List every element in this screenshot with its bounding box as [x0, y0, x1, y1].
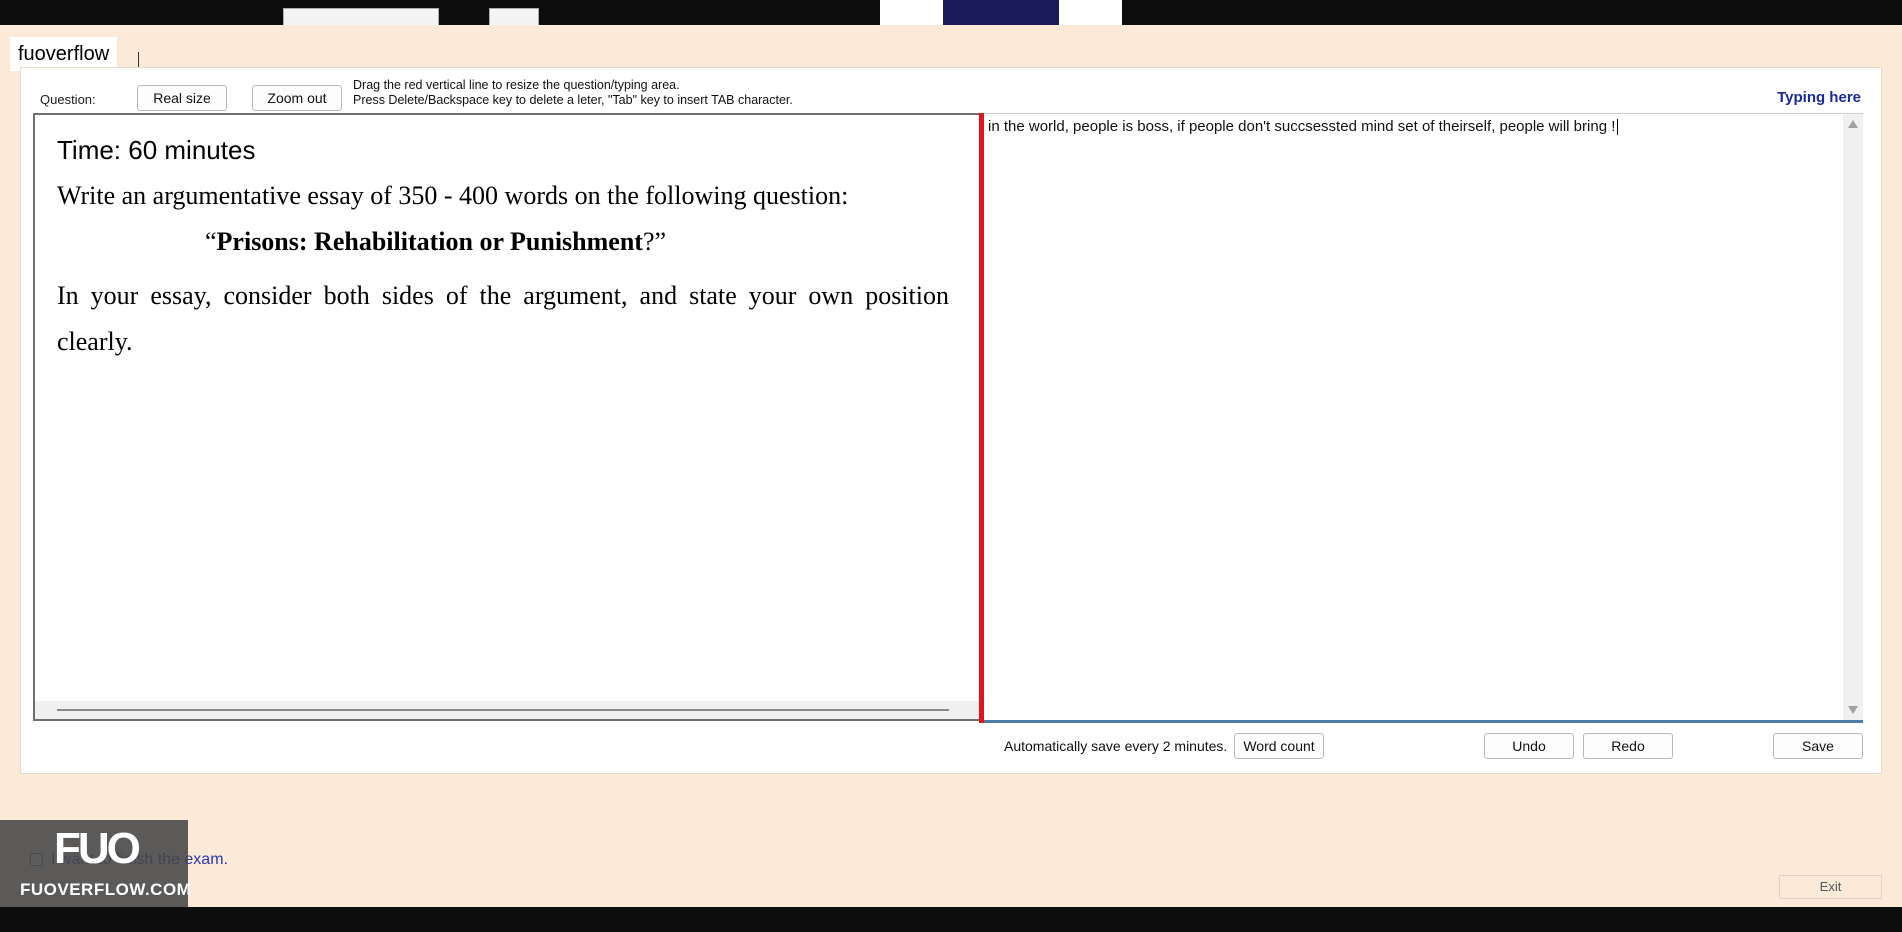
bottom-bar [0, 907, 1902, 932]
essay-text-content: in the world, people is boss, if people … [988, 118, 1616, 135]
scroll-down-arrow-icon[interactable] [1848, 706, 1858, 714]
question-area[interactable]: Time: 60 minutes Write an argumentative … [33, 113, 979, 721]
real-size-button[interactable]: Real size [137, 85, 227, 111]
watermark-label: fuoverflow [10, 37, 118, 71]
word-count-button[interactable]: Word count [1234, 733, 1324, 759]
topic-title: Prisons: Rehabilitation or Punishment [216, 227, 643, 256]
redo-button[interactable]: Redo [1583, 733, 1673, 759]
typing-here-label: Typing here [1777, 89, 1861, 106]
time-limit: Time: 60 minutes [57, 135, 256, 165]
question-label: Question: [40, 92, 96, 107]
header-small-control[interactable] [489, 8, 539, 25]
fuo-logo-mark: FUO [54, 824, 141, 873]
fuoverflow-watermark-logo: FUO FUOVERFLOW.COM [0, 820, 192, 907]
instructions-hint: Drag the red vertical line to resize the… [353, 78, 793, 108]
header-logo-image [943, 0, 1059, 25]
topic-open-quote: “ [205, 227, 217, 256]
top-header-bar [0, 0, 1902, 25]
scroll-up-arrow-icon[interactable] [1848, 120, 1858, 128]
autosave-note: Automatically save every 2 minutes. [1004, 738, 1228, 754]
essay-note: In your essay, consider both sides of th… [57, 281, 949, 356]
essay-instruction: Write an argumentative essay of 350 - 40… [57, 181, 849, 210]
save-button[interactable]: Save [1773, 733, 1863, 759]
exit-button[interactable]: Exit [1779, 875, 1882, 899]
zoom-out-button[interactable]: Zoom out [252, 85, 342, 111]
typing-vertical-scrollbar[interactable] [1843, 114, 1863, 720]
text-caret [138, 52, 139, 68]
essay-text: in the world, people is boss, if people … [988, 118, 1619, 136]
hint-line-resize: Drag the red vertical line to resize the… [353, 78, 680, 92]
fuo-logo-site: FUOVERFLOW.COM [20, 880, 192, 899]
typing-area[interactable]: in the world, people is boss, if people … [984, 113, 1863, 723]
typing-caret [1617, 119, 1619, 136]
header-dropdown[interactable] [283, 8, 439, 25]
undo-button[interactable]: Undo [1484, 733, 1574, 759]
question-horizontal-scrollbar[interactable] [35, 701, 979, 719]
scroll-thumb[interactable] [57, 709, 949, 711]
hint-line-keys: Press Delete/Backspace key to delete a l… [353, 93, 793, 107]
essay-topic: “Prisons: Rehabilitation or Punishment?” [205, 227, 666, 257]
topic-close-quote: ?” [642, 227, 667, 256]
